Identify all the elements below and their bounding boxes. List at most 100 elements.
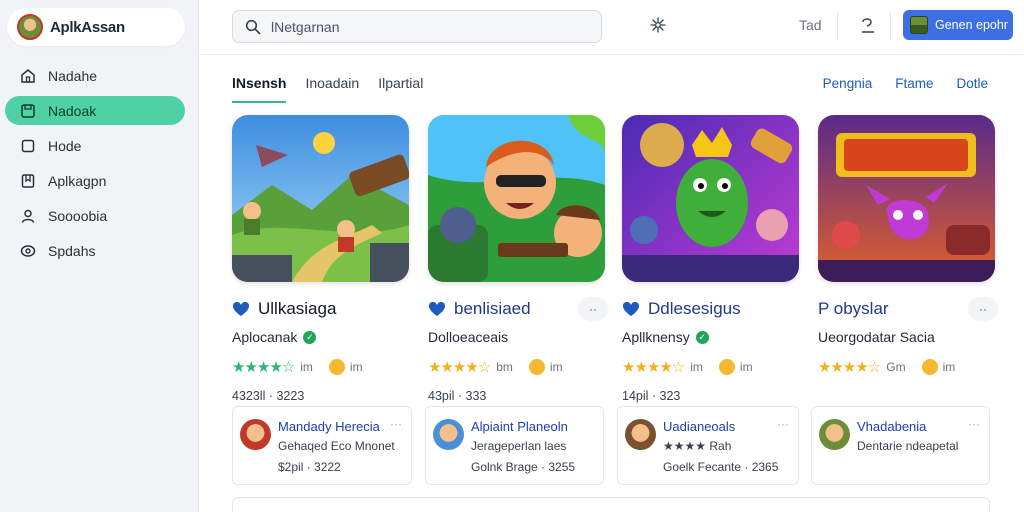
emoji-text: im	[739, 360, 753, 374]
verified-check-icon: ✓	[695, 330, 709, 344]
tab-ilpartial[interactable]: Ilpartial	[378, 75, 423, 103]
mini-card[interactable]: Uadianeoals ★★★★ Rah Goelk Fecante · 236…	[617, 406, 799, 485]
game-art-image	[818, 115, 995, 282]
sidebar-item-label: Nadoak	[48, 102, 97, 119]
publisher-name[interactable]: Apllknensy	[622, 329, 690, 345]
search-input[interactable]	[271, 18, 571, 35]
more-options-icon[interactable]: ···	[390, 417, 402, 431]
sidebar-item-nadoak[interactable]: Nadoak	[5, 96, 185, 125]
sidebar-item-nadahe[interactable]: Nadahe	[5, 61, 185, 90]
tab-bar: lNsensh Inoadain Ilpartial	[232, 75, 442, 103]
avatar	[625, 419, 656, 450]
game-title[interactable]: benlisiaed	[454, 299, 531, 319]
publisher-row: Ueorgodatar Sacia	[818, 329, 998, 345]
publisher-name[interactable]: Aplocanak	[232, 329, 297, 345]
rating-row: ★★★★☆ im im	[622, 358, 802, 376]
tab-inoadain[interactable]: Inoadain	[305, 75, 359, 103]
generate-button-label: Genen epohr	[935, 18, 1008, 32]
game-meta: 43pil · 333	[428, 389, 487, 403]
game-card[interactable]: benlisiaed ·· Dolloeaceais ★★★★☆ bm im 4…	[428, 115, 608, 403]
sidebar-item-spdahs[interactable]: Spdahs	[5, 236, 185, 265]
game-art-image	[428, 115, 605, 282]
brand-name: AplkAssan	[50, 18, 125, 36]
emoji-face-icon	[528, 359, 545, 375]
emoji-face-icon	[328, 359, 345, 375]
game-title[interactable]: P obyslar	[818, 299, 889, 319]
avatar	[240, 419, 271, 450]
mini-card-meta: $2pil · 3222	[278, 460, 341, 474]
emoji-text: im	[349, 360, 363, 374]
more-options-icon[interactable]: ···	[777, 417, 789, 431]
sidebar-item-hode[interactable]: Hode	[5, 131, 185, 160]
account-icon[interactable]	[859, 16, 877, 34]
tab-lnsensh[interactable]: lNsensh	[232, 75, 287, 103]
mini-card-subtitle: Dentarie ndeapetal	[857, 439, 959, 453]
sidebar-item-aplkagpn[interactable]: Aplkagpn	[5, 166, 185, 195]
emoji-text: im	[549, 360, 563, 374]
eye-icon	[20, 243, 36, 259]
more-options-button[interactable]: ··	[968, 297, 998, 321]
mini-card-title[interactable]: Alpiaint Planeoln	[471, 419, 603, 434]
top-bar: Tad Genen epohr	[199, 0, 1024, 55]
game-title[interactable]: Ullkasiaga	[258, 299, 336, 319]
brand[interactable]: AplkAssan	[7, 8, 185, 46]
sidebar-item-label: Soooobia	[48, 207, 108, 224]
publisher-name[interactable]: Ueorgodatar Sacia	[818, 329, 935, 345]
game-meta: 14pil · 323	[622, 389, 681, 403]
link-ftame[interactable]: Ftame	[895, 76, 933, 91]
main-content: lNsensh Inoadain Ilpartial Pengnia Ftame…	[199, 55, 1024, 512]
more-options-icon[interactable]: ···	[968, 417, 980, 431]
mini-card-meta: Goelk Fecante · 2365	[663, 460, 779, 474]
more-options-button[interactable]: ··	[578, 297, 608, 321]
sparkle-icon[interactable]	[650, 17, 666, 33]
game-card[interactable]: Ullkasiaga Aplocanak ✓ ★★★★☆ im im 4323l…	[232, 115, 412, 403]
game-art-image	[622, 115, 799, 282]
sidebar: AplkAssan Nadahe Nadoak Hode Aplkagpn So…	[0, 0, 199, 512]
top-bar-label[interactable]: Tad	[799, 17, 822, 33]
sidebar-item-soooobia[interactable]: Soooobia	[5, 201, 185, 230]
rating-row: ★★★★☆ Gm im	[818, 358, 998, 376]
heart-icon[interactable]	[232, 301, 250, 317]
button-avatar-icon	[910, 16, 928, 34]
rating-text: bm	[496, 360, 513, 374]
publisher-row: Apllknensy ✓	[622, 329, 802, 345]
game-artwork[interactable]	[818, 115, 995, 282]
game-card[interactable]: Ddlesesigus Apllknensy ✓ ★★★★☆ im im 14p…	[622, 115, 802, 403]
emoji-text: im	[942, 360, 956, 374]
game-artwork[interactable]	[428, 115, 605, 282]
search-icon	[245, 19, 261, 34]
publisher-row: Dolloeaceais	[428, 329, 608, 345]
mini-card[interactable]: Alpiaint Planeoln Jerageperlan laes Goln…	[425, 406, 604, 485]
game-artwork[interactable]	[622, 115, 799, 282]
next-row-cards	[232, 497, 990, 512]
mini-card-subtitle: Jerageperlan laes	[471, 439, 567, 453]
mini-card[interactable]: Mandady Herecia Gehaqed Eco Mnonet $2pil…	[232, 406, 412, 485]
game-artwork[interactable]	[232, 115, 409, 282]
heart-icon[interactable]	[622, 301, 640, 317]
game-title[interactable]: Ddlesesigus	[648, 299, 741, 319]
rating-text: Gm	[886, 360, 906, 374]
star-rating: ★★★★☆	[232, 359, 295, 376]
divider	[890, 13, 891, 39]
sidebar-nav: Nadahe Nadoak Hode Aplkagpn Soooobia Spd…	[5, 61, 185, 271]
game-card[interactable]: P obyslar ·· Ueorgodatar Sacia ★★★★☆ Gm …	[818, 115, 998, 376]
home-icon	[20, 68, 36, 84]
publisher-name[interactable]: Dolloeaceais	[428, 329, 508, 345]
mini-card-meta: Golnk Brage · 3255	[471, 460, 576, 474]
verified-check-icon: ✓	[303, 330, 317, 344]
heart-icon[interactable]	[428, 301, 446, 317]
avatar-logo-icon	[17, 14, 43, 40]
search-box[interactable]	[232, 10, 602, 43]
link-pengnia[interactable]: Pengnia	[823, 76, 873, 91]
rating-row: ★★★★☆ im im	[232, 358, 412, 376]
mini-card[interactable]: Vhadabenia Dentarie ndeapetal ···	[811, 406, 990, 485]
generate-button[interactable]: Genen epohr	[903, 10, 1013, 40]
link-dotle[interactable]: Dotle	[956, 76, 988, 91]
star-rating: ★★★★☆	[428, 359, 491, 376]
avatar	[819, 419, 850, 450]
save-square-icon	[20, 103, 36, 119]
star-rating: ★★★★☆	[622, 359, 685, 376]
header-links: Pengnia Ftame Dotle	[800, 76, 988, 91]
rating-text: im	[300, 360, 313, 374]
sidebar-item-label: Spdahs	[48, 242, 96, 259]
